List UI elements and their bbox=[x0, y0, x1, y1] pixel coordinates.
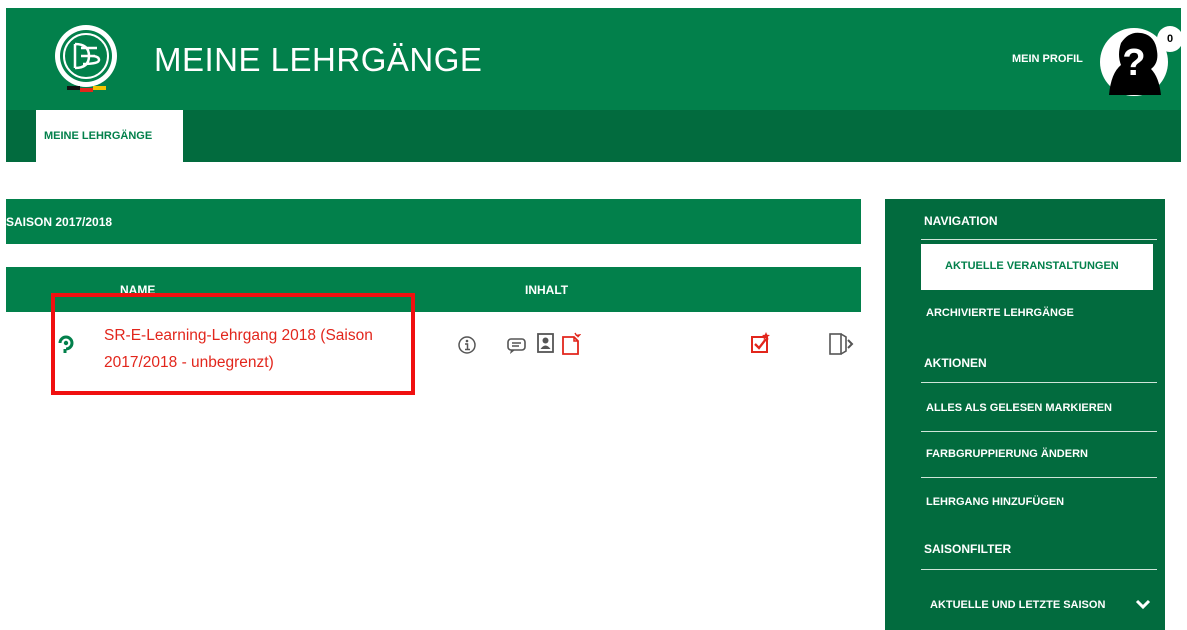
sub-navigation: MEINE LEHRGÄNGE bbox=[6, 110, 1181, 162]
chat-icon[interactable] bbox=[507, 335, 529, 355]
tab-meine-lehrgaenge[interactable]: MEINE LEHRGÄNGE bbox=[36, 110, 183, 162]
sidebar-item-change-color-grouping[interactable]: FARBGRUPPIERUNG ÄNDERN bbox=[926, 448, 1088, 460]
divider bbox=[921, 431, 1157, 432]
season-header: SAISON 2017/2018 bbox=[6, 199, 861, 244]
exit-icon[interactable] bbox=[828, 333, 854, 355]
divider bbox=[921, 477, 1157, 478]
season-title: SAISON 2017/2018 bbox=[6, 215, 113, 229]
app-header: MEINE LEHRGÄNGE MEIN PROFIL ? 0 bbox=[6, 8, 1183, 110]
sidebar-item-archived-courses[interactable]: ARCHIVIERTE LEHRGÄNGE bbox=[926, 307, 1074, 319]
sidebar-heading-actions: AKTIONEN bbox=[924, 356, 987, 370]
column-header-content: INHALT bbox=[525, 283, 569, 297]
divider bbox=[921, 569, 1157, 570]
sidebar-heading-season-filter: SAISONFILTER bbox=[924, 542, 1012, 556]
sidebar: NAVIGATION AKTUELLE VERANSTALTUNGEN ARCH… bbox=[885, 199, 1165, 630]
dfb-logo bbox=[55, 25, 117, 92]
divider bbox=[921, 239, 1157, 240]
document-icon[interactable] bbox=[561, 332, 581, 356]
sidebar-item-add-course[interactable]: LEHRGANG HINZUFÜGEN bbox=[926, 496, 1064, 508]
notification-badge[interactable]: 0 bbox=[1157, 26, 1183, 52]
divider bbox=[921, 382, 1157, 383]
highlight-box bbox=[51, 293, 415, 395]
tab-label: MEINE LEHRGÄNGE bbox=[44, 130, 153, 142]
season-filter-select[interactable]: AKTUELLE UND LETZTE SAISON bbox=[930, 599, 1105, 611]
sidebar-item-mark-all-read[interactable]: ALLES ALS GELESEN MARKIEREN bbox=[926, 402, 1112, 414]
sidebar-item-current-events[interactable]: AKTUELLE VERANSTALTUNGEN bbox=[921, 244, 1153, 290]
my-profile-link[interactable]: MEIN PROFIL bbox=[1012, 53, 1083, 65]
chevron-down-icon[interactable] bbox=[1135, 599, 1151, 611]
svg-text:?: ? bbox=[1122, 42, 1145, 84]
sidebar-heading-navigation: NAVIGATION bbox=[924, 214, 998, 228]
page-title: MEINE LEHRGÄNGE bbox=[154, 41, 483, 78]
sidebar-item-label: AKTUELLE VERANSTALTUNGEN bbox=[945, 260, 1119, 272]
info-icon[interactable] bbox=[457, 335, 477, 355]
task-icon[interactable] bbox=[750, 331, 771, 354]
contact-icon[interactable] bbox=[537, 333, 554, 353]
